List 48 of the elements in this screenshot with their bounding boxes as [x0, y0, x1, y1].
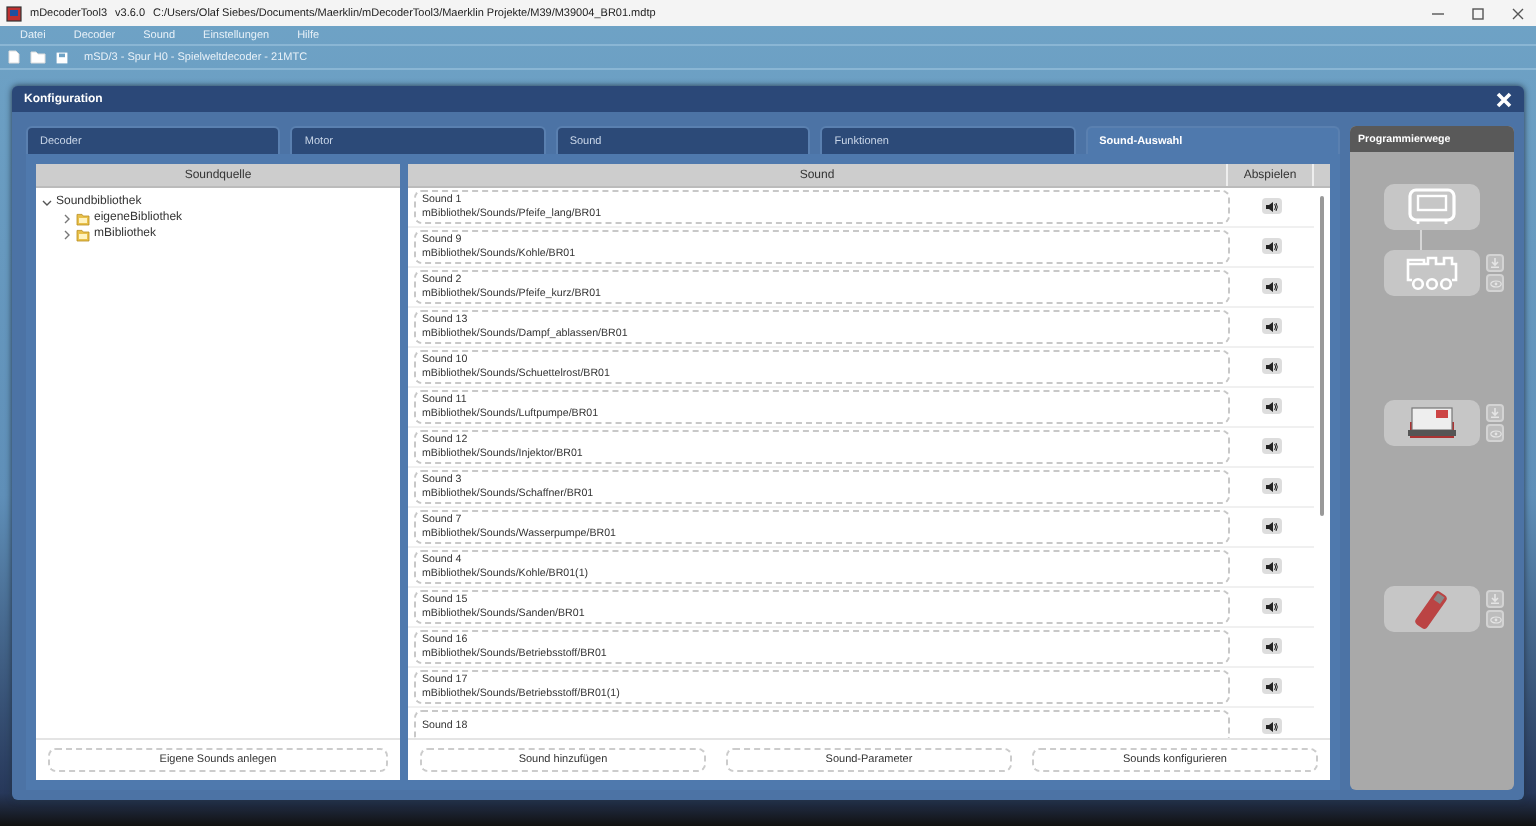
new-file-icon[interactable]	[8, 50, 20, 64]
expand-caret-icon[interactable]	[62, 229, 72, 239]
expand-caret-icon[interactable]	[62, 213, 72, 223]
play-button[interactable]	[1262, 718, 1282, 734]
speaker-icon	[1266, 361, 1278, 371]
speaker-icon	[1266, 321, 1278, 331]
download-icon	[1490, 258, 1500, 268]
play-button[interactable]	[1262, 598, 1282, 614]
play-button[interactable]	[1262, 478, 1282, 494]
speaker-icon	[1266, 241, 1278, 251]
download-icon	[1490, 594, 1500, 604]
speaker-icon	[1266, 481, 1278, 491]
play-button[interactable]	[1262, 358, 1282, 374]
speaker-icon	[1266, 641, 1278, 651]
close-icon[interactable]	[1512, 7, 1524, 19]
speaker-icon	[1266, 681, 1278, 691]
maximize-icon[interactable]	[1472, 7, 1484, 19]
download-icon	[1490, 408, 1500, 418]
play-button[interactable]	[1262, 278, 1282, 294]
speaker-icon	[1266, 401, 1278, 411]
open-folder-icon[interactable]	[30, 50, 46, 64]
decoder-box-icon	[1402, 402, 1462, 444]
play-button[interactable]	[1262, 438, 1282, 454]
speaker-icon	[1266, 721, 1278, 731]
programmer-icon	[1402, 186, 1462, 228]
play-button[interactable]	[1262, 318, 1282, 334]
play-button[interactable]	[1262, 518, 1282, 534]
device-button[interactable]	[1384, 400, 1480, 446]
collapse-caret-icon[interactable]	[42, 197, 52, 207]
app-icon	[6, 5, 22, 21]
scrollbar-thumb[interactable]	[1320, 196, 1324, 516]
play-button[interactable]	[1262, 198, 1282, 214]
connector-line	[1419, 230, 1421, 250]
speaker-icon	[1266, 281, 1278, 291]
locomotive-icon	[1402, 252, 1462, 294]
play-button[interactable]	[1262, 238, 1282, 254]
save-icon[interactable]	[56, 51, 68, 63]
play-button[interactable]	[1262, 558, 1282, 574]
speaker-icon	[1266, 561, 1278, 571]
play-button[interactable]	[1262, 398, 1282, 414]
play-button[interactable]	[1262, 638, 1282, 654]
speaker-icon	[1266, 441, 1278, 451]
play-button[interactable]	[1262, 678, 1282, 694]
device-button[interactable]	[1384, 586, 1480, 632]
speaker-icon	[1266, 521, 1278, 531]
speaker-icon	[1266, 201, 1278, 211]
speaker-icon	[1266, 601, 1278, 611]
minimize-icon[interactable]	[1432, 7, 1444, 19]
